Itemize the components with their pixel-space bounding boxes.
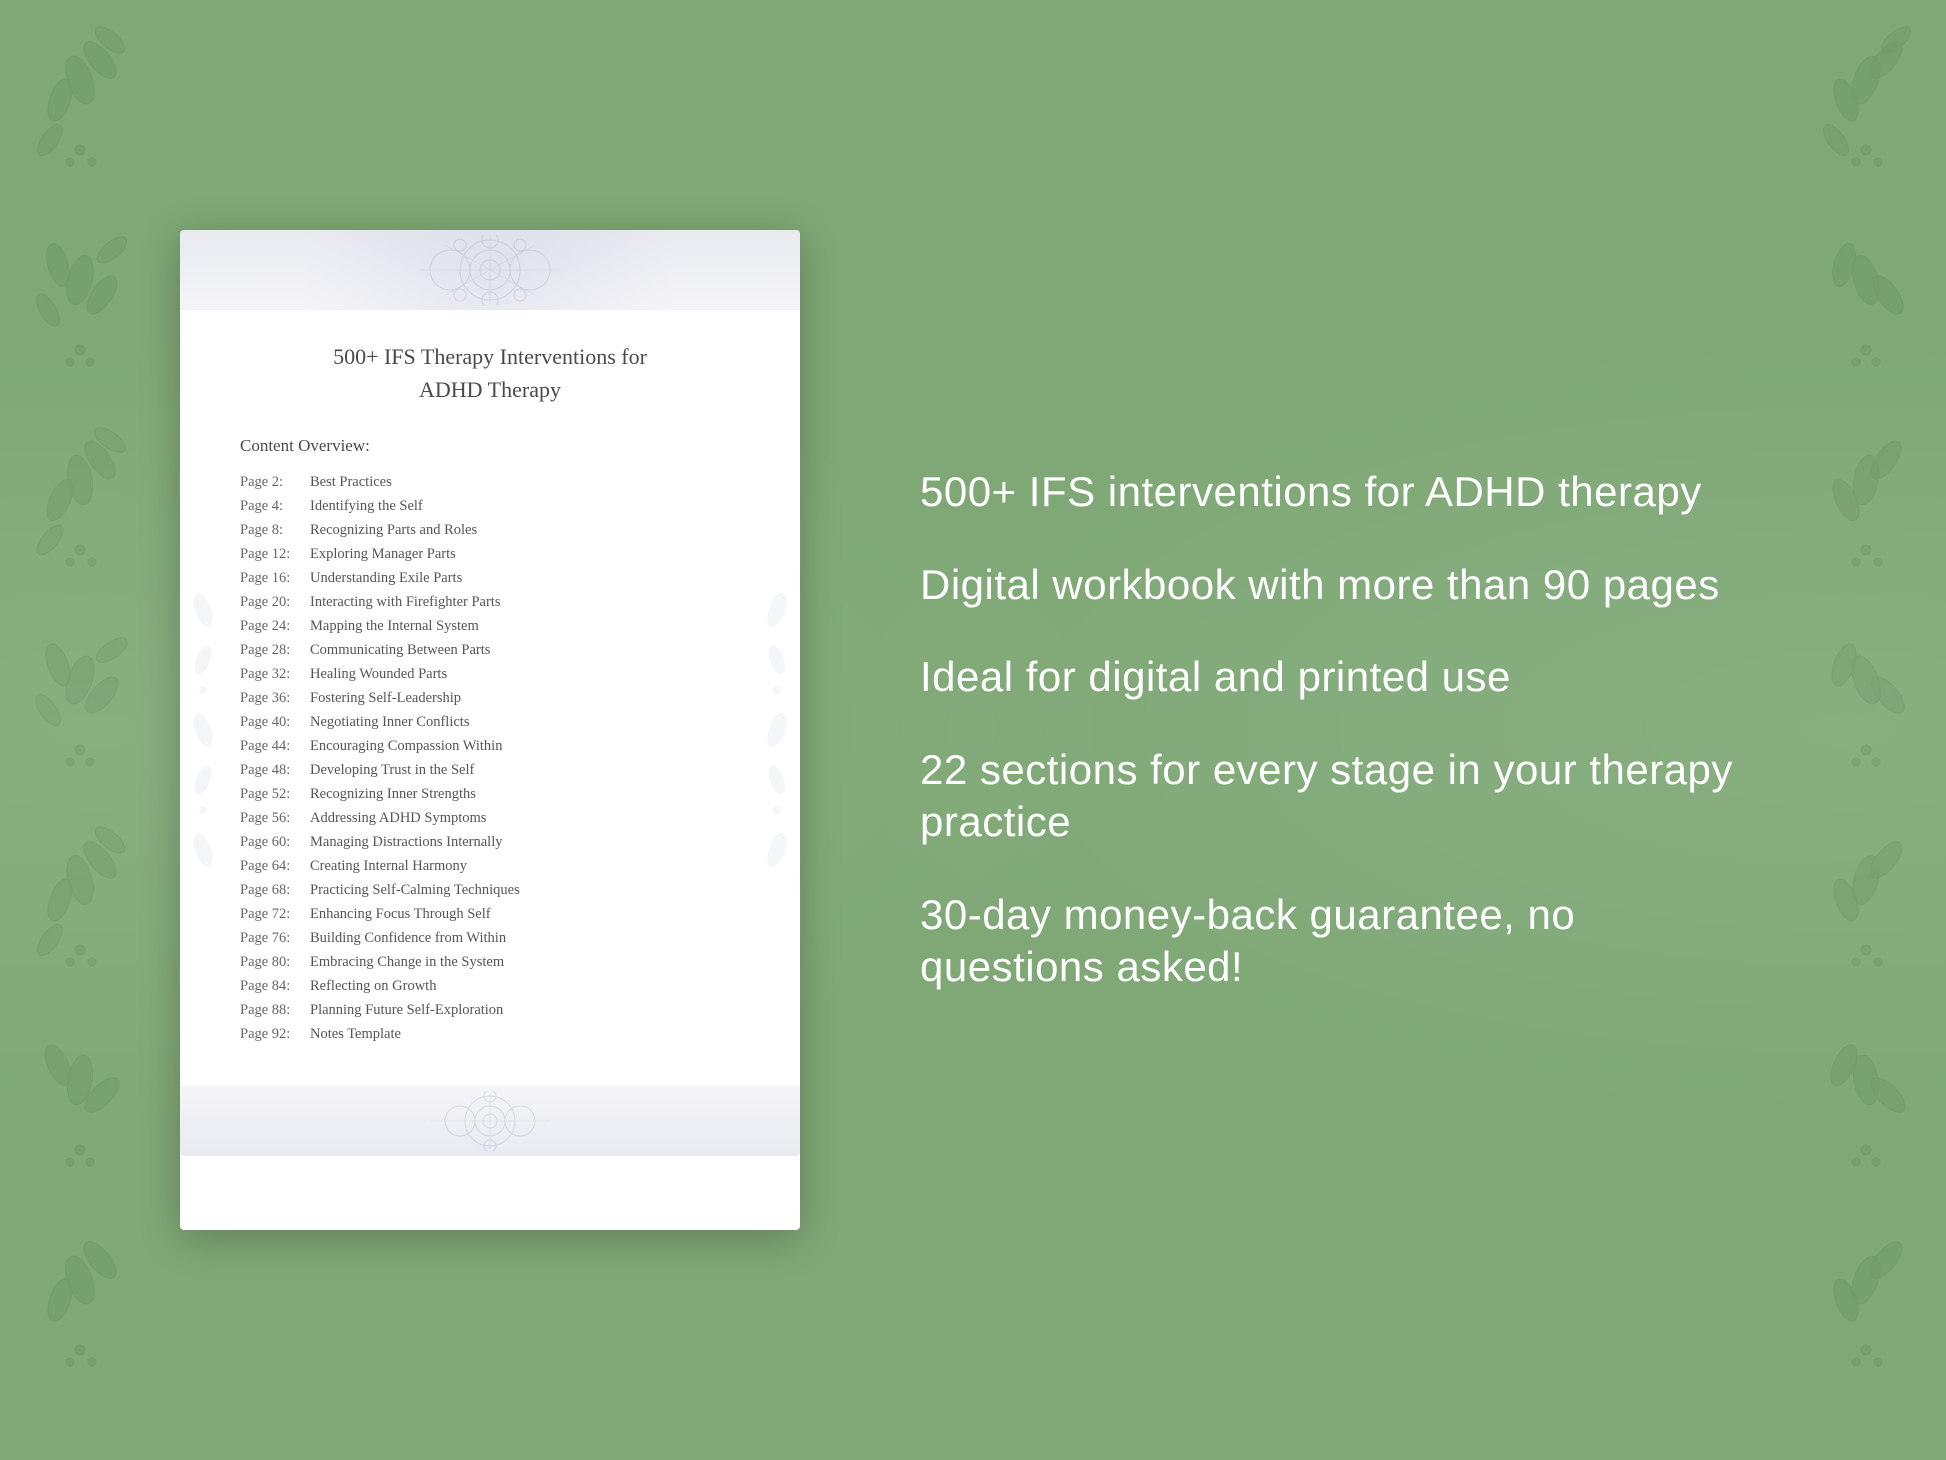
toc-section-title: Fostering Self-Leadership [310,690,461,707]
toc-section-title: Encouraging Compassion Within [310,738,502,755]
toc-item: Page 2:Best Practices [240,470,740,494]
main-content: 500+ IFS Therapy Interventions for ADHD … [0,170,1946,1290]
feature-5: 30-day money-back guarantee, no question… [920,889,1766,994]
toc-item: Page 12:Exploring Manager Parts [240,542,740,566]
toc-page-number: Page 20: [240,594,310,611]
toc-page-number: Page 28: [240,642,310,659]
feature-2: Digital workbook with more than 90 pages [920,559,1766,612]
toc-item: Page 56:Addressing ADHD Symptoms [240,806,740,830]
toc-item: Page 52:Recognizing Inner Strengths [240,782,740,806]
right-content: 500+ IFS interventions for ADHD therapy D… [880,466,1766,994]
toc-section-title: Notes Template [310,1026,401,1043]
toc-page-number: Page 92: [240,1026,310,1043]
toc-page-number: Page 72: [240,906,310,923]
toc-page-number: Page 68: [240,882,310,899]
toc-section-title: Communicating Between Parts [310,642,490,659]
header-mandala-svg [240,235,740,305]
feature-1: 500+ IFS interventions for ADHD therapy [920,466,1766,519]
footer-mandala-svg [240,1091,740,1151]
toc-item: Page 68:Practicing Self-Calming Techniqu… [240,878,740,902]
toc-item: Page 72:Enhancing Focus Through Self [240,902,740,926]
toc-page-number: Page 88: [240,1002,310,1019]
toc-section-title: Embracing Change in the System [310,954,504,971]
toc-section-title: Mapping the Internal System [310,618,479,635]
toc-section-title: Building Confidence from Within [310,930,506,947]
toc-page-number: Page 2: [240,474,310,491]
toc-section-title: Addressing ADHD Symptoms [310,810,486,827]
toc-section-title: Interacting with Firefighter Parts [310,594,500,611]
toc-item: Page 48:Developing Trust in the Self [240,758,740,782]
toc-section-title: Planning Future Self-Exploration [310,1002,503,1019]
toc-section-title: Recognizing Parts and Roles [310,522,477,539]
feature-3: Ideal for digital and printed use [920,651,1766,704]
toc-item: Page 8:Recognizing Parts and Roles [240,518,740,542]
toc-page-number: Page 24: [240,618,310,635]
toc-item: Page 80:Embracing Change in the System [240,950,740,974]
toc-page-number: Page 40: [240,714,310,731]
toc-item: Page 84:Reflecting on Growth [240,974,740,998]
toc-section-title: Enhancing Focus Through Self [310,906,491,923]
toc-page-number: Page 76: [240,930,310,947]
toc-item: Page 20:Interacting with Firefighter Par… [240,590,740,614]
toc-item: Page 24:Mapping the Internal System [240,614,740,638]
toc-item: Page 4:Identifying the Self [240,494,740,518]
toc-page-number: Page 8: [240,522,310,539]
toc-section-title: Identifying the Self [310,498,423,515]
toc-page-number: Page 56: [240,810,310,827]
toc-section-title: Healing Wounded Parts [310,666,447,683]
toc-item: Page 44:Encouraging Compassion Within [240,734,740,758]
toc-item: Page 16:Understanding Exile Parts [240,566,740,590]
table-of-contents: Page 2:Best PracticesPage 4:Identifying … [240,470,740,1046]
document-preview: 500+ IFS Therapy Interventions for ADHD … [180,230,800,1230]
toc-item: Page 64:Creating Internal Harmony [240,854,740,878]
feature-4: 22 sections for every stage in your ther… [920,744,1766,849]
doc-footer-decoration [180,1086,800,1156]
toc-section-title: Understanding Exile Parts [310,570,462,587]
toc-section-title: Negotiating Inner Conflicts [310,714,469,731]
toc-item: Page 28:Communicating Between Parts [240,638,740,662]
toc-section-title: Practicing Self-Calming Techniques [310,882,520,899]
toc-page-number: Page 60: [240,834,310,851]
toc-item: Page 88:Planning Future Self-Exploration [240,998,740,1022]
toc-item: Page 60:Managing Distractions Internally [240,830,740,854]
toc-section-title: Developing Trust in the Self [310,762,474,779]
toc-section-title: Best Practices [310,474,392,491]
doc-title: 500+ IFS Therapy Interventions for ADHD … [240,340,740,406]
toc-item: Page 40:Negotiating Inner Conflicts [240,710,740,734]
toc-page-number: Page 12: [240,546,310,563]
toc-page-number: Page 44: [240,738,310,755]
toc-section-title: Reflecting on Growth [310,978,436,995]
toc-page-number: Page 32: [240,666,310,683]
doc-header-decoration [180,230,800,310]
toc-section-title: Managing Distractions Internally [310,834,502,851]
toc-item: Page 76:Building Confidence from Within [240,926,740,950]
toc-page-number: Page 64: [240,858,310,875]
toc-section-title: Recognizing Inner Strengths [310,786,476,803]
toc-page-number: Page 48: [240,762,310,779]
toc-section-title: Creating Internal Harmony [310,858,467,875]
content-overview-label: Content Overview: [240,436,740,456]
toc-item: Page 32:Healing Wounded Parts [240,662,740,686]
toc-item: Page 36:Fostering Self-Leadership [240,686,740,710]
toc-page-number: Page 36: [240,690,310,707]
toc-page-number: Page 80: [240,954,310,971]
toc-page-number: Page 84: [240,978,310,995]
toc-section-title: Exploring Manager Parts [310,546,456,563]
toc-item: Page 92:Notes Template [240,1022,740,1046]
toc-page-number: Page 52: [240,786,310,803]
doc-body: 500+ IFS Therapy Interventions for ADHD … [180,310,800,1086]
toc-page-number: Page 16: [240,570,310,587]
toc-page-number: Page 4: [240,498,310,515]
